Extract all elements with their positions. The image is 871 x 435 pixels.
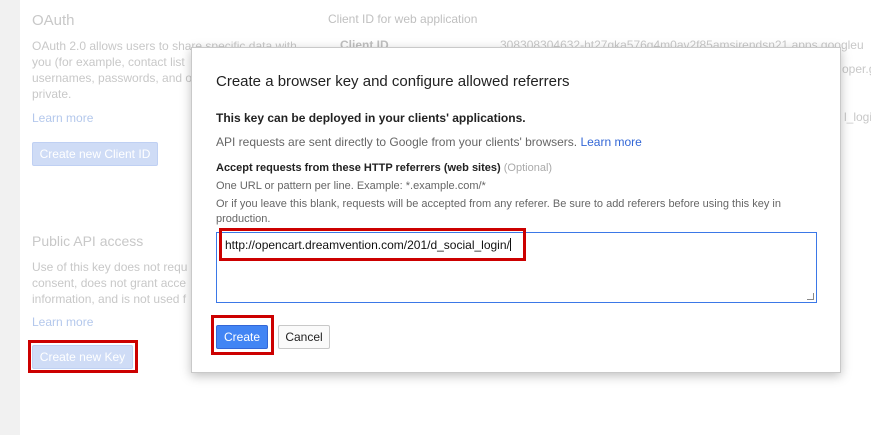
create-button-highlight [211,315,274,355]
referrers-label-text: Accept requests from these HTTP referrer… [216,162,501,174]
client-panel-fragment: l_logi [844,110,871,124]
dialog-info: API requests are sent directly to Google… [216,135,642,149]
oauth-learn-more-link[interactable]: Learn more [32,111,93,125]
optional-tag: (Optional) [503,162,553,174]
oauth-title: OAuth [32,12,75,29]
dialog-learn-more-link[interactable]: Learn more [580,135,641,149]
referrers-hint: One URL or pattern per line. Example: *.… [216,180,486,192]
client-panel-fragment: oper.g [842,62,871,76]
public-api-title: Public API access [32,233,144,249]
dialog-info-text: API requests are sent directly to Google… [216,135,578,149]
create-browser-key-dialog: Create a browser key and configure allow… [191,47,841,373]
public-api-learn-more-link[interactable]: Learn more [32,315,93,329]
cancel-button[interactable]: Cancel [278,325,330,349]
create-client-id-button[interactable]: Create new Client ID [32,142,158,166]
client-panel-header: Client ID for web application [328,12,478,26]
referrer-url-highlight [219,228,526,261]
dialog-title: Create a browser key and configure allow… [216,73,570,90]
create-key-highlight [28,340,138,373]
referrers-blank-note: Or if you leave this blank, requests wil… [216,198,781,210]
resize-handle-icon[interactable] [807,293,814,300]
referrers-field-label: Accept requests from these HTTP referrer… [216,162,552,174]
referrers-blank-note-cont: production. [216,213,271,225]
dialog-deploy-note: This key can be deployed in your clients… [216,111,526,125]
